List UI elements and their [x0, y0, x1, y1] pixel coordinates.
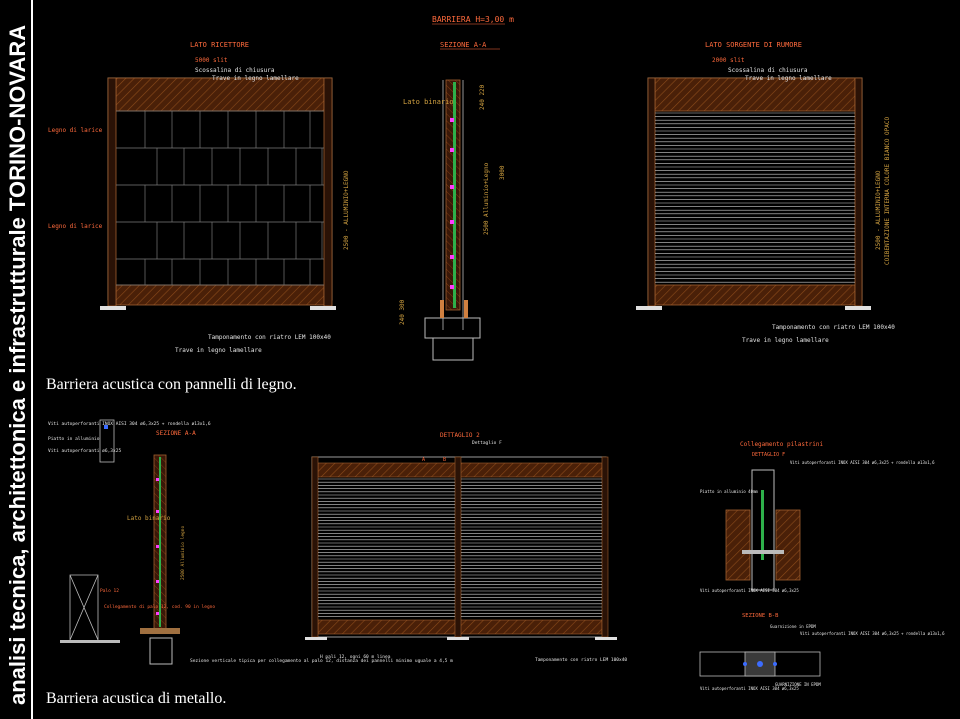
right-closing-sheet: Scossalina di chiusura — [728, 67, 808, 74]
left-side-dim: 2500 - ALLUMINIO+LEGNO — [343, 170, 350, 250]
left-temp-note: Tamponamento con riatro LEM 100x40 — [208, 334, 331, 341]
right-side-dim-2: COIBENTAZIONE INTERNA COLORE BIANCO OPAC… — [884, 117, 891, 265]
main-title: BARRIERA H=3,00 m — [432, 15, 514, 24]
mark-b: B — [443, 457, 446, 463]
detail-ref: Dettaglio F — [472, 440, 502, 446]
left-view-title: LATO RICETTORE — [190, 41, 249, 49]
bottom-bolts-note-2: Viti autoperforanti ø6,3x25 — [48, 448, 121, 454]
left-closing-sheet: Scossalina di chiusura — [195, 67, 275, 74]
left-glulam-bottom: Trave in legno lamellare — [175, 347, 262, 354]
caption-wood: Barriera acustica con pannelli di legno. — [46, 376, 297, 393]
top-right-elevation — [636, 77, 871, 310]
right-span-label: 2000 slit — [712, 57, 745, 64]
bottom-metal-elevation — [305, 456, 617, 640]
right-view-title: LATO SORGENTE DI RUMORE — [705, 41, 802, 49]
detail-f-title: Collegamento pilastrini — [740, 441, 823, 448]
bottom-section-title: SEZIONE A-A — [156, 430, 196, 437]
section-wood-label: 2500 Alluminio+Legno — [483, 162, 490, 235]
metal-temp-note: Tamponamento con riatro LEM 100x40 — [535, 657, 627, 663]
bottom-wood-label: 2500 Alluminio legno — [180, 526, 186, 580]
post-label: Palo 12 — [100, 588, 119, 594]
larch-label-2: Legno di larice — [48, 223, 103, 230]
left-span-label: 5000 slit — [195, 57, 228, 64]
section-dim-bottom: 240 300 — [399, 299, 406, 325]
mark-a: A — [422, 457, 425, 463]
detail-screws-3: Viti autoperforanti INOX AISI 304 ø6,3x2… — [800, 631, 945, 636]
bottom-plate-note: Piatto in alluminio — [48, 436, 100, 442]
bottom-left-section — [60, 419, 180, 665]
section-dim-mid: 3000 — [499, 165, 506, 180]
bottom-right-detail — [699, 469, 821, 677]
detail-screws-2: Viti autoperforanti INOX AISI 304 ø6,3x2… — [700, 588, 799, 593]
section-b-title: SEZIONE B-B — [742, 613, 779, 619]
bottom-bolts-note: Viti autoperforanti INOX AISI 304 ø6,3x2… — [48, 421, 211, 427]
left-glulam-beam: Trave in legno lamellare — [212, 75, 299, 82]
detail-screws: Viti autoperforanti INOX AISI 304 ø6,3x2… — [790, 460, 935, 465]
top-section — [424, 79, 481, 361]
slide: analisi tecnica, architettonica e infras… — [0, 0, 960, 719]
section-title: SEZIONE A-A — [440, 41, 487, 49]
right-glulam-bottom: Trave in legno lamellare — [742, 337, 829, 344]
right-side-dim: 2500 - ALLUMINIO+LEGNO — [875, 170, 882, 250]
bottom-track-side: Lato binario — [127, 515, 171, 522]
detail-plate: Piatto in alluminio 40mm — [700, 489, 758, 494]
cad-drawing: BARRIERA H=3,00 m LATO RICETTORE 5000 sl… — [48, 15, 945, 691]
posts-note: H pali 12, ogni 60 m linea — [320, 654, 391, 660]
top-left-elevation — [100, 77, 336, 310]
right-glulam-beam: Trave in legno lamellare — [745, 75, 832, 82]
right-temp-note: Tamponamento con riatro LEM 100x40 — [772, 324, 895, 331]
detail-f-subtitle: DETTAGLIO F — [752, 452, 785, 458]
section-dim-top: 240 220 — [479, 84, 486, 110]
fixing-label: Collegamento di palo 12, cod. 90 in legn… — [104, 604, 215, 610]
track-side-label: Lato binario — [403, 98, 454, 106]
detail-2-title: DETTAGLIO 2 — [440, 432, 480, 439]
detail-gasket-bottom: GUARNIZIONE IN EPDM — [775, 682, 821, 687]
detail-gasket-top: Guarnizione in EPDM — [770, 624, 816, 629]
caption-metal: Barriera acustica di metallo. — [46, 690, 227, 707]
larch-label-1: Legno di larice — [48, 127, 103, 134]
